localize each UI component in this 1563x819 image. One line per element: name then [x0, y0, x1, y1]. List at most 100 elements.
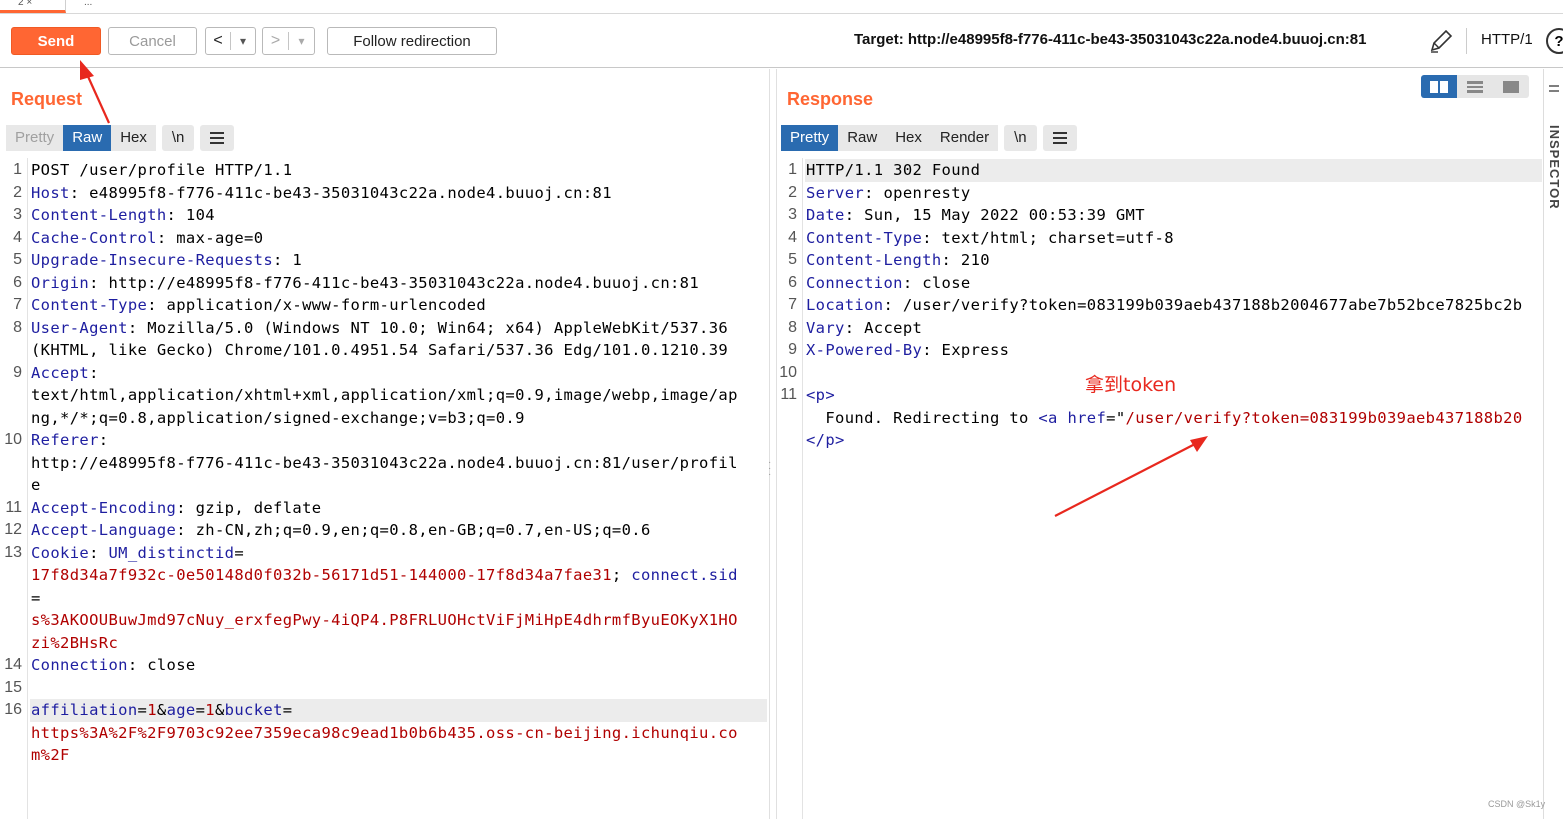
request-header-upgrade-insecure: Upgrade-Insecure-Requests: 1 [31, 251, 303, 269]
line-number: 3 [13, 206, 22, 223]
line-number: 4 [788, 228, 797, 246]
back-arrow-icon[interactable]: < [206, 32, 230, 50]
response-status-line: HTTP/1.1 302 Found [805, 159, 1542, 182]
request-options-menu-icon[interactable] [200, 125, 235, 151]
response-view-tabs: Pretty Raw Hex Render \n [781, 125, 1077, 151]
forward-arrow-icon[interactable]: > [263, 32, 288, 50]
line-number: 8 [788, 318, 797, 336]
http-version-selector[interactable]: HTTP/1 [1481, 31, 1533, 48]
request-header-cookie-cont: s%3AKOOUBuwJmd97cNuy_erxfegPwy-4iQP4.P8F… [31, 611, 738, 629]
line-number: 8 [13, 318, 22, 336]
response-header-date: Date: Sun, 15 May 2022 00:53:39 GMT [806, 206, 1145, 224]
response-header-location: Location: /user/verify?token=083199b039a… [806, 296, 1523, 314]
send-button[interactable]: Send [11, 27, 101, 55]
response-body-text: Found. Redirecting to <a href="/user/ver… [806, 408, 1523, 427]
response-title: Response [787, 89, 874, 109]
line-number: 11 [5, 498, 22, 516]
line-number: 12 [4, 521, 22, 538]
line-number: 6 [13, 273, 22, 291]
response-pane: Response Pretty Raw Hex Render \n 1 2 3 … [776, 69, 1542, 819]
forward-button[interactable]: > ▾ [262, 27, 315, 55]
request-header-content-type: Content-Type: application/x-www-form-url… [31, 296, 487, 314]
request-header-cache-control: Cache-Control: max-age=0 [31, 228, 264, 247]
layout-single-icon[interactable] [1493, 75, 1529, 98]
back-menu-chevron-down-icon[interactable]: ▾ [231, 34, 255, 48]
line-number: 10 [4, 431, 22, 448]
toolbar-divider [1466, 28, 1467, 54]
request-tab-raw[interactable]: Raw [63, 125, 112, 151]
tab-strip: 2 × ... [0, 0, 1563, 14]
edit-target-pencil-icon[interactable] [1428, 28, 1454, 54]
response-header-content-type: Content-Type: text/html; charset=utf-8 [806, 228, 1174, 247]
line-number: 6 [788, 273, 797, 291]
repeater-tab-2[interactable]: 2 × [0, 0, 66, 13]
pane-resize-handle[interactable]: · · · [768, 458, 772, 480]
layout-toggle-group [1421, 75, 1529, 98]
response-newline-toggle[interactable]: \n [1004, 125, 1037, 151]
follow-redirection-button[interactable]: Follow redirection [327, 27, 497, 55]
line-number: 9 [788, 341, 797, 358]
request-header-content-length: Content-Length: 104 [31, 206, 215, 224]
request-header-origin: Origin: http://e48995f8-f776-411c-be43-3… [31, 273, 700, 292]
request-header-cookie: Cookie: UM_distinctid= [31, 543, 245, 562]
line-number: 4 [13, 228, 22, 246]
line-number: 7 [13, 296, 22, 313]
request-header-referer-cont: http://e48995f8-f776-411c-be43-35031043c… [31, 453, 738, 472]
request-tab-pretty[interactable]: Pretty [6, 125, 64, 151]
line-number: 2 [13, 183, 22, 201]
request-header-connection: Connection: close [31, 656, 196, 674]
line-number: 9 [13, 363, 22, 381]
cancel-button[interactable]: Cancel [108, 27, 197, 55]
request-header-accept-cont: text/html,application/xhtml+xml,applicat… [31, 386, 738, 404]
request-header-cookie-cont: = [31, 588, 41, 607]
toolbar: Send Cancel < ▾ > ▾ Follow redirection T… [0, 14, 1563, 68]
request-newline-toggle[interactable]: \n [161, 125, 195, 151]
request-header-user-agent-cont: (KHTML, like Gecko) Chrome/101.0.4951.54… [31, 341, 729, 359]
request-title: Request [11, 89, 83, 109]
request-line-1: POST /user/profile HTTP/1.1 [31, 161, 293, 179]
line-number: 3 [788, 206, 797, 223]
watermark: CSDN @Sk1y [1488, 799, 1546, 809]
response-tab-hex[interactable]: Hex [886, 125, 931, 151]
request-body-cont: m%2F [31, 746, 70, 764]
request-header-cookie-cont: 17f8d34a7f932c-0e50148d0f032b-56171d51-1… [31, 566, 738, 584]
layout-stacked-icon[interactable] [1457, 75, 1493, 98]
response-header-vary: Vary: Accept [806, 318, 923, 337]
request-header-accept-language: Accept-Language: zh-CN,zh;q=0.9,en;q=0.8… [31, 521, 651, 539]
request-header-referer: Referer: [31, 431, 109, 449]
request-body: affiliation=1&age=1&bucket= [30, 699, 767, 722]
request-header-accept-cont: ng,*/*;q=0.8,application/signed-exchange… [31, 408, 525, 427]
annotation-text: 拿到token [1085, 374, 1177, 396]
response-editor[interactable]: 1 2 3 4 5 6 7 8 9 10 11 HTTP/1.1 302 Fou… [777, 159, 1542, 819]
line-number: 5 [13, 251, 22, 268]
request-body-cont: https%3A%2F%2F9703c92ee7359eca98c9ead1b0… [31, 723, 738, 742]
line-number: 14 [4, 656, 22, 673]
repeater-tab-more[interactable]: ... [84, 0, 92, 8]
back-button[interactable]: < ▾ [205, 27, 256, 55]
request-header-accept: Accept: [31, 363, 99, 382]
sidebar-toggle-icon[interactable] [1548, 83, 1560, 95]
request-header-host: Host: e48995f8-f776-411c-be43-35031043c2… [31, 183, 612, 202]
request-view-tabs: Pretty Raw Hex \n [6, 125, 235, 151]
line-number: 5 [788, 251, 797, 268]
request-tab-hex[interactable]: Hex [111, 125, 156, 151]
request-header-user-agent: User-Agent: Mozilla/5.0 (Windows NT 10.0… [31, 318, 729, 337]
line-number: 11 [780, 386, 797, 403]
help-icon[interactable]: ? [1546, 28, 1563, 54]
response-tab-pretty[interactable]: Pretty [781, 125, 839, 151]
request-editor[interactable]: 1 2 3 4 5 6 7 8 9 10 11 12 13 14 15 16 P… [0, 159, 769, 819]
line-number: 13 [4, 543, 22, 561]
response-header-x-powered-by: X-Powered-By: Express [806, 341, 1010, 359]
forward-menu-chevron-down-icon[interactable]: ▾ [289, 34, 314, 48]
target-url: Target: http://e48995f8-f776-411c-be43-3… [854, 31, 1367, 48]
response-tab-render[interactable]: Render [930, 125, 999, 151]
inspector-label[interactable]: INSPECTOR [1547, 125, 1562, 210]
line-number: 2 [788, 183, 797, 201]
response-header-connection: Connection: close [806, 273, 971, 292]
request-header-cookie-cont: zi%2BHsRc [31, 633, 119, 652]
request-header-accept-encoding: Accept-Encoding: gzip, deflate [31, 498, 322, 517]
response-options-menu-icon[interactable] [1042, 125, 1077, 151]
response-header-content-length: Content-Length: 210 [806, 251, 990, 269]
layout-side-by-side-icon[interactable] [1421, 75, 1457, 98]
response-tab-raw[interactable]: Raw [838, 125, 887, 151]
